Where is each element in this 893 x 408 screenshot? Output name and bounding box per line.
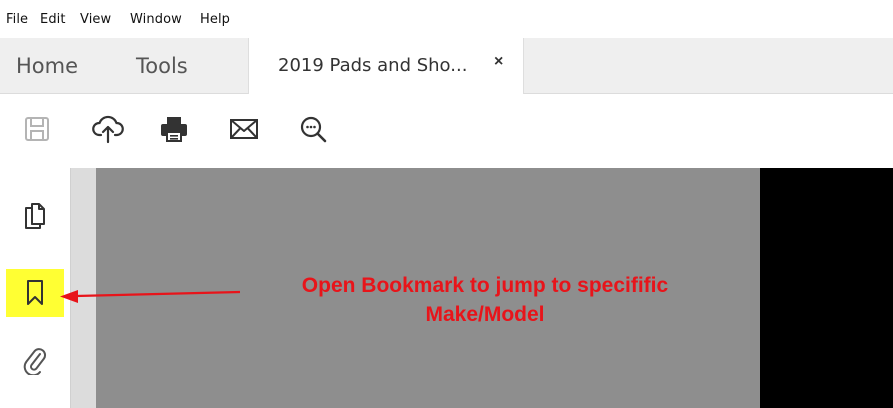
print-button[interactable] — [157, 112, 191, 146]
menu-window[interactable]: Window — [130, 12, 182, 27]
page-thumbnails-button[interactable] — [6, 192, 64, 240]
tab-tools[interactable]: Tools — [136, 54, 188, 78]
annotation-text: Open Bookmark to jump to specifific Make… — [254, 271, 716, 329]
print-icon — [161, 117, 187, 142]
page-thumbnails-icon — [25, 203, 45, 229]
menu-view[interactable]: View — [80, 12, 111, 27]
menu-file[interactable]: File — [6, 12, 28, 27]
acrobat-window: File Edit View Window Help Home Tools 20… — [0, 0, 893, 408]
tab-document[interactable]: 2019 Pads and Sho... × — [248, 38, 524, 94]
email-icon — [230, 119, 258, 139]
tab-home[interactable]: Home — [16, 54, 78, 78]
bookmarks-button[interactable] — [6, 269, 64, 317]
annotation-line-1: Open Bookmark to jump to specifific — [301, 274, 669, 297]
cloud-upload-icon — [92, 115, 124, 144]
zoom-out-icon — [300, 116, 327, 143]
zoom-out-button[interactable] — [296, 112, 330, 146]
email-button[interactable] — [227, 112, 261, 146]
menu-bar: File Edit View Window Help — [0, 0, 893, 38]
navigation-panel-divider[interactable] — [70, 168, 96, 408]
upload-button[interactable] — [91, 112, 125, 146]
tab-close-button[interactable]: × — [494, 53, 503, 71]
document-dark-area — [760, 168, 893, 408]
left-navigation-pane — [0, 168, 70, 408]
save-button[interactable] — [20, 112, 54, 146]
menu-help[interactable]: Help — [200, 12, 230, 27]
tab-bar: Home Tools 2019 Pads and Sho... × — [0, 38, 893, 94]
menu-edit[interactable]: Edit — [40, 12, 66, 27]
bookmark-icon — [27, 280, 43, 305]
annotation-line-2: Make/Model — [425, 303, 545, 326]
attachment-icon — [23, 348, 47, 375]
toolbar — [0, 94, 893, 168]
save-icon — [25, 117, 49, 141]
attachments-button[interactable] — [6, 336, 64, 384]
tab-document-label: 2019 Pads and Sho... — [278, 55, 468, 76]
